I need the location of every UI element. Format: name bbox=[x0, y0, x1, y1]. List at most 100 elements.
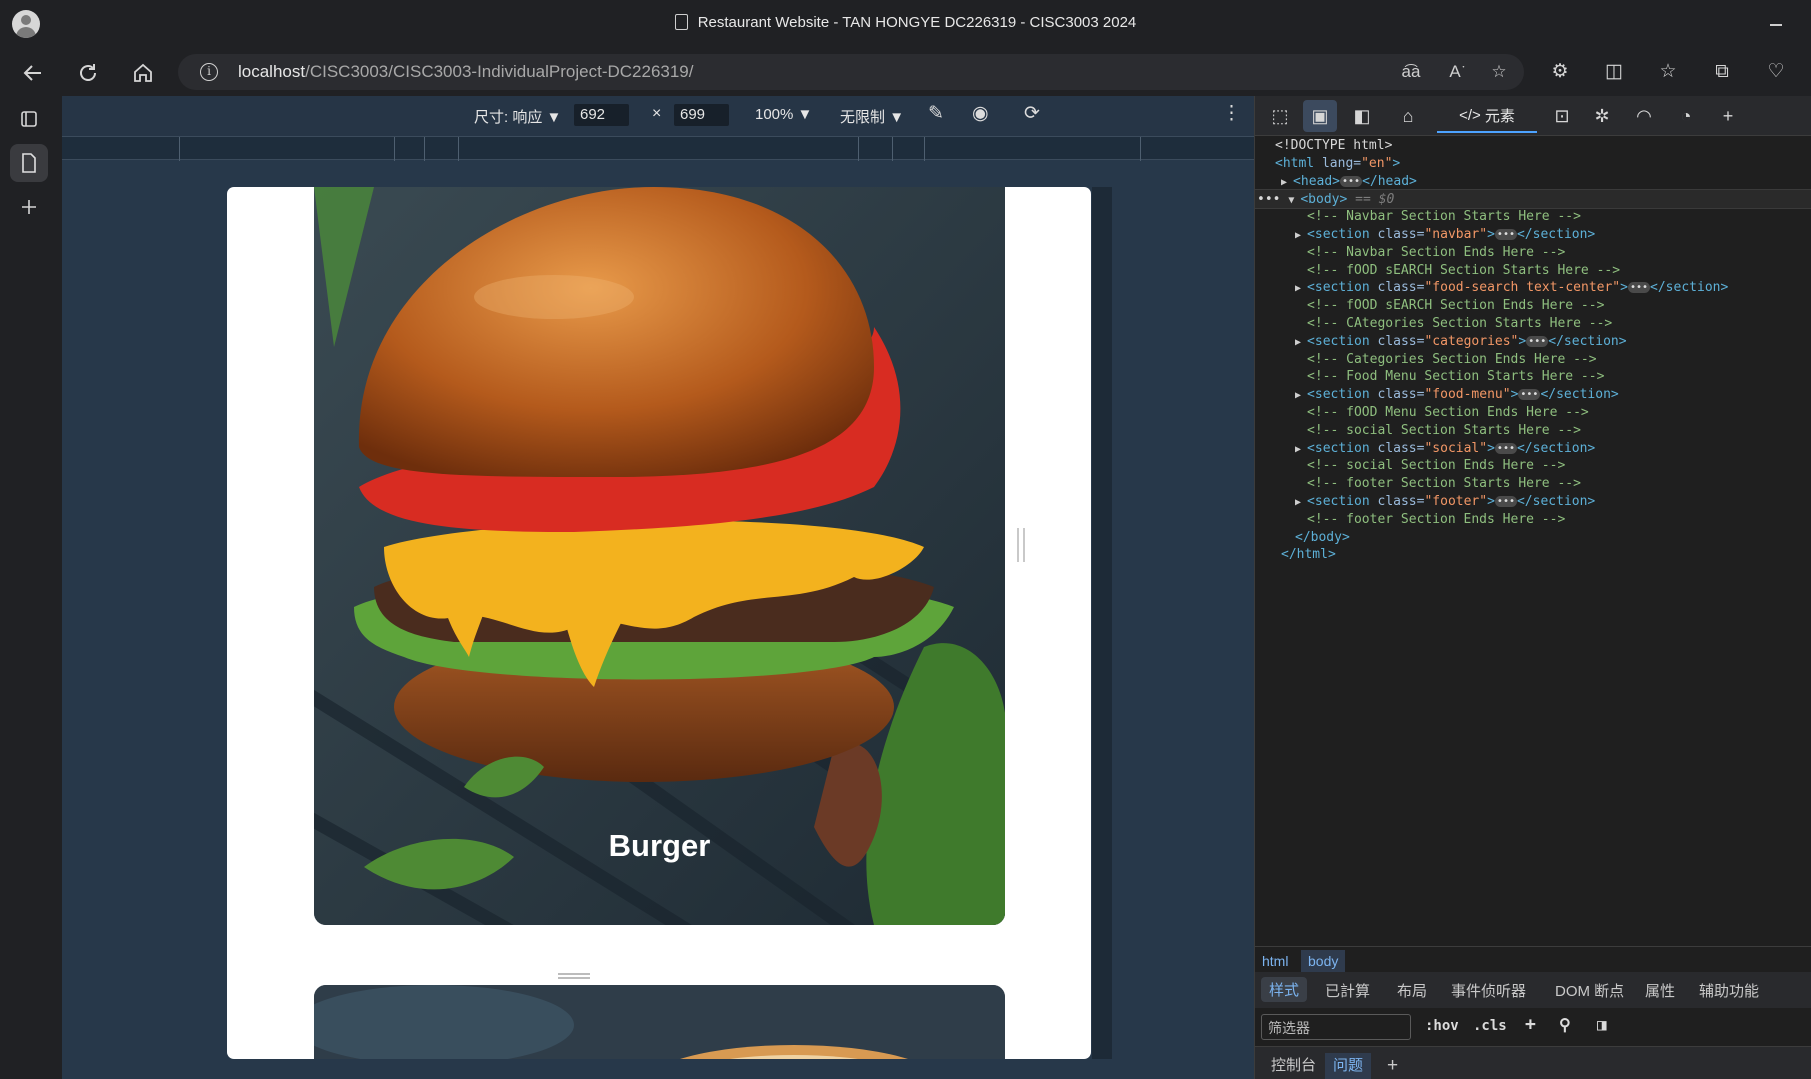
html-comment: <!-- footer Section Starts Here --> bbox=[1307, 476, 1581, 492]
reload-button[interactable] bbox=[71, 56, 105, 90]
food-category-card-2[interactable] bbox=[314, 985, 1005, 1059]
code-icon: </> bbox=[1459, 106, 1485, 124]
html-comment: <!-- Navbar Section Starts Here --> bbox=[1307, 209, 1581, 225]
read-aloud-icon[interactable]: A͘ bbox=[1442, 58, 1468, 86]
tag-bracket: > bbox=[1487, 494, 1495, 509]
split-screen-icon[interactable]: ◫ bbox=[1594, 56, 1634, 88]
console-icon[interactable]: ⊡ bbox=[1545, 100, 1579, 132]
html-comment: <!-- fOOD Menu Section Ends Here --> bbox=[1307, 405, 1589, 420]
ruler-segment[interactable] bbox=[424, 137, 425, 161]
toggle-sidebar-icon[interactable]: ◨ bbox=[1597, 1015, 1607, 1034]
translate-icon[interactable]: a͡a bbox=[1398, 58, 1424, 86]
ruler-segment[interactable] bbox=[458, 137, 459, 161]
tab-actions-button[interactable] bbox=[10, 100, 48, 138]
tab-actions-icon bbox=[21, 111, 37, 127]
new-tab-button[interactable] bbox=[10, 188, 48, 226]
network-wifi-icon[interactable]: ◠ bbox=[1627, 100, 1661, 132]
height-input[interactable]: 699 bbox=[674, 104, 729, 126]
dropdown-caret-icon: ▼ bbox=[546, 109, 562, 126]
dom-node-line[interactable]: </html> bbox=[1255, 545, 1811, 565]
minimize-button[interactable] bbox=[1761, 10, 1793, 36]
collections-icon[interactable]: ⧉ bbox=[1702, 56, 1742, 88]
drawer-tab-console[interactable]: 控制台 bbox=[1263, 1053, 1324, 1079]
width-input[interactable]: 692 bbox=[574, 104, 629, 126]
styles-filter-input[interactable]: 筛选器 bbox=[1261, 1014, 1411, 1040]
back-arrow-icon bbox=[23, 65, 41, 81]
ruler-segment[interactable] bbox=[892, 137, 893, 161]
ruler-segment[interactable] bbox=[858, 137, 859, 161]
ruler-segment[interactable] bbox=[924, 137, 925, 161]
breadcrumb-html[interactable]: html bbox=[1255, 950, 1295, 972]
ruler-segment[interactable] bbox=[179, 137, 180, 161]
address-bar[interactable]: i localhost/CISC3003/CISC3003-Individual… bbox=[178, 54, 1524, 90]
food-category-card[interactable]: Burger bbox=[314, 187, 1005, 925]
inspect-element-icon[interactable]: ⬚ bbox=[1263, 100, 1297, 132]
collapsed-ellipsis-icon: ••• bbox=[1494, 442, 1517, 454]
tab-properties[interactable]: 属性 bbox=[1645, 980, 1675, 1001]
window-title-text: Restaurant Website - TAN HONGYE DC226319… bbox=[697, 14, 1137, 31]
sources-bug-icon[interactable]: ✲ bbox=[1585, 100, 1619, 132]
favorites-icon[interactable]: ☆ bbox=[1648, 56, 1688, 88]
styles-tab-bar: 样式 已計算 布局 事件侦听器 DOM 断点 属性 辅助功能 bbox=[1255, 972, 1811, 1008]
drawer-add-tab-icon[interactable]: + bbox=[1379, 1053, 1406, 1079]
devtools-panel: ⬚ ▣ ◧ ⌂ </> 元素 ⊡ ✲ ◠ ◔ + <!DOCTYPE html>… bbox=[1254, 96, 1811, 1079]
title-bar: Restaurant Website - TAN HONGYE DC226319… bbox=[0, 0, 1811, 48]
page-icon bbox=[22, 153, 36, 173]
tab-accessibility[interactable]: 辅助功能 bbox=[1699, 980, 1759, 1001]
throttle-label: 无限制 bbox=[840, 109, 886, 126]
zoom-dropdown[interactable]: 100% ▼ bbox=[755, 106, 812, 123]
tab-computed[interactable]: 已計算 bbox=[1325, 980, 1370, 1001]
breadcrumb-body[interactable]: body bbox=[1301, 950, 1346, 972]
eyedropper-icon[interactable]: ✎ bbox=[928, 102, 944, 125]
tab-elements[interactable]: </> 元素 bbox=[1437, 99, 1537, 133]
card-title: Burger bbox=[608, 828, 711, 863]
site-info-icon[interactable]: i bbox=[200, 63, 218, 81]
extensions-icon[interactable]: ⚙ bbox=[1540, 56, 1580, 88]
cls-toggle[interactable]: .cls bbox=[1473, 1018, 1507, 1034]
media-query-ruler[interactable] bbox=[62, 136, 1254, 161]
more-tabs-plus-icon[interactable]: + bbox=[1711, 100, 1745, 132]
ruler-segment[interactable] bbox=[394, 137, 395, 161]
tab-layout[interactable]: 布局 bbox=[1397, 980, 1427, 1001]
home-button[interactable] bbox=[126, 56, 160, 90]
favorite-star-icon[interactable]: ☆ bbox=[1486, 58, 1512, 86]
attr-value: "navbar" bbox=[1424, 227, 1488, 242]
url-host: localhost bbox=[238, 62, 306, 81]
welcome-home-icon[interactable]: ⌂ bbox=[1391, 100, 1425, 132]
burger-image bbox=[314, 187, 1005, 925]
browser-essentials-icon[interactable]: ♡ bbox=[1756, 56, 1796, 88]
back-button[interactable] bbox=[16, 56, 50, 90]
new-style-rule-icon[interactable]: + bbox=[1525, 1014, 1536, 1035]
attr-name: class= bbox=[1369, 227, 1425, 242]
tag-name: </body> bbox=[1295, 529, 1350, 545]
active-tab-button[interactable] bbox=[10, 144, 48, 182]
performance-icon[interactable]: ◔ bbox=[1669, 100, 1703, 132]
html-comment: <!-- social Section Starts Here --> bbox=[1307, 422, 1581, 438]
paint-brush-icon[interactable]: ⚲ bbox=[1559, 1015, 1571, 1034]
tab-dom-breakpoints[interactable]: DOM 断点 bbox=[1555, 980, 1624, 1001]
throttle-dropdown[interactable]: 无限制 ▼ bbox=[840, 106, 904, 127]
ruler-segment[interactable] bbox=[1140, 137, 1141, 161]
tab-styles[interactable]: 样式 bbox=[1261, 977, 1308, 1002]
tag-bracket: > bbox=[1518, 333, 1527, 349]
resize-handle-bottom[interactable] bbox=[558, 973, 590, 979]
styles-filter-row: 筛选器 :hov .cls + ⚲ ◨ bbox=[1255, 1008, 1811, 1046]
dock-side-icon[interactable]: ◧ bbox=[1345, 100, 1379, 132]
attr-name: lang= bbox=[1314, 155, 1362, 171]
more-options-icon[interactable]: ⋮ bbox=[1222, 102, 1241, 125]
url-text[interactable]: localhost/CISC3003/CISC3003-IndividualPr… bbox=[238, 62, 694, 82]
device-toolbar-icon[interactable]: ▣ bbox=[1303, 100, 1337, 132]
expand-arrow-icon: ▶ bbox=[1295, 497, 1308, 508]
drawer-tab-issues[interactable]: 问题 bbox=[1325, 1053, 1372, 1079]
collapsed-ellipsis-icon: ••• bbox=[1494, 496, 1517, 507]
vision-deficiency-icon[interactable]: ◉ bbox=[972, 102, 989, 125]
home-icon bbox=[134, 63, 152, 82]
collapsed-ellipsis-icon: ••• bbox=[1340, 175, 1363, 187]
dimensions-dropdown[interactable]: 尺寸: 响应 ▼ bbox=[474, 106, 561, 127]
hov-toggle[interactable]: :hov bbox=[1425, 1018, 1459, 1034]
rotate-icon[interactable]: ⟳ bbox=[1024, 102, 1040, 125]
resize-handle-right[interactable] bbox=[1017, 528, 1025, 562]
device-emulation-area: 尺寸: 响应 ▼ 692 × 699 100% ▼ 无限制 ▼ ✎ ◉ ⟳ ⋮ bbox=[62, 96, 1254, 1079]
doctype-text: <!DOCTYPE html> bbox=[1275, 138, 1393, 153]
tab-event-listeners[interactable]: 事件侦听器 bbox=[1451, 980, 1526, 1001]
